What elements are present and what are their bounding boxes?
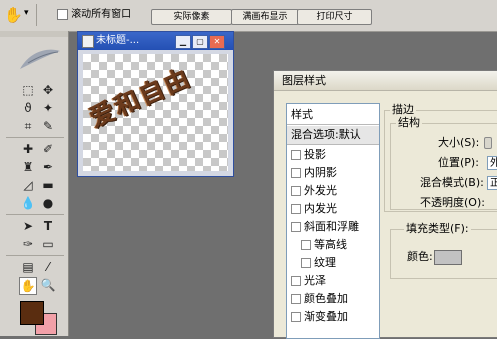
canvas-text-layer: 爱和自由 bbox=[84, 62, 196, 133]
document-window: 未标题-... ▁ ▢ ✕ 爱和自由 bbox=[77, 31, 234, 177]
position-label: 位置(P): bbox=[438, 156, 479, 169]
inner-glow-checkbox[interactable] bbox=[291, 204, 301, 214]
color-label: 颜色: bbox=[407, 250, 433, 263]
document-title-bar[interactable]: 未标题-... ▁ ▢ ✕ bbox=[78, 32, 233, 50]
structure-title: 结构 bbox=[396, 116, 422, 130]
print-size-button[interactable]: 打印尺寸 bbox=[297, 9, 372, 25]
shape-tool-icon[interactable]: ▭ bbox=[40, 236, 56, 252]
satin-checkbox[interactable] bbox=[291, 276, 301, 286]
blend-mode-select[interactable]: 正 bbox=[487, 176, 497, 190]
actual-pixels-button[interactable]: 实际像素 bbox=[151, 9, 232, 25]
style-item-gradient-overlay[interactable]: 渐变叠加 bbox=[287, 308, 379, 326]
slice-tool-icon[interactable]: ✎ bbox=[40, 118, 56, 134]
style-item-bevel-emboss[interactable]: 斜面和浮雕 bbox=[287, 218, 379, 236]
opacity-label: 不透明度(O): bbox=[420, 196, 485, 209]
layer-style-dialog: 图层样式 样式 混合选项:默认 投影 内阴影 外发光 内发光 斜面和浮雕 等高线… bbox=[273, 70, 497, 339]
style-item-texture[interactable]: 纹理 bbox=[287, 254, 379, 272]
toolbox-divider bbox=[6, 214, 64, 215]
brush-tool-icon[interactable]: ✐ bbox=[40, 141, 56, 157]
gradient-tool-icon[interactable]: ▬ bbox=[40, 177, 56, 193]
stroke-color-swatch[interactable] bbox=[434, 250, 462, 265]
style-item-inner-shadow[interactable]: 内阴影 bbox=[287, 164, 379, 182]
options-divider bbox=[36, 4, 37, 26]
path-selection-tool-icon[interactable]: ➤ bbox=[20, 218, 36, 234]
crop-tool-icon[interactable]: ⌗ bbox=[20, 118, 36, 134]
tool-preset-dropdown-icon[interactable]: ▾ bbox=[24, 8, 29, 18]
style-item-drop-shadow[interactable]: 投影 bbox=[287, 146, 379, 164]
fit-screen-button[interactable]: 满画布显示 bbox=[231, 9, 299, 25]
outer-glow-checkbox[interactable] bbox=[291, 186, 301, 196]
toolbox: ⬚ ✥ ϑ ✦ ⌗ ✎ ✚ ✐ ♜ ✒ ◿ ▬ 💧 ● ➤ T ✑ ▭ ▤ ⁄ … bbox=[0, 31, 69, 336]
marquee-tool-icon[interactable]: ⬚ bbox=[20, 82, 36, 98]
drop-shadow-checkbox[interactable] bbox=[291, 150, 301, 160]
type-tool-icon[interactable]: T bbox=[40, 218, 56, 234]
pen-tool-icon[interactable]: ✑ bbox=[20, 236, 36, 252]
inner-shadow-checkbox[interactable] bbox=[291, 168, 301, 178]
scroll-all-windows-label: 滚动所有窗口 bbox=[71, 9, 132, 20]
options-bar: ✋ ▾ 滚动所有窗口 实际像素 满画布显示 打印尺寸 bbox=[0, 0, 497, 32]
bevel-emboss-checkbox[interactable] bbox=[291, 222, 301, 232]
healing-brush-tool-icon[interactable]: ✚ bbox=[20, 141, 36, 157]
style-list: 样式 混合选项:默认 投影 内阴影 外发光 内发光 斜面和浮雕 等高线 纹理 光… bbox=[286, 103, 380, 339]
eyedropper-tool-icon[interactable]: ⁄ bbox=[40, 259, 56, 275]
maximize-icon[interactable]: ▢ bbox=[192, 35, 208, 49]
scroll-all-windows-option[interactable]: 滚动所有窗口 bbox=[57, 8, 131, 22]
foreground-color-swatch[interactable] bbox=[20, 301, 44, 325]
hand-tool-icon[interactable]: ✋ bbox=[19, 277, 37, 295]
blur-tool-icon[interactable]: 💧 bbox=[20, 195, 36, 211]
dialog-title[interactable]: 图层样式 bbox=[274, 71, 497, 91]
clone-stamp-tool-icon[interactable]: ♜ bbox=[20, 159, 36, 175]
eraser-tool-icon[interactable]: ◿ bbox=[20, 177, 36, 193]
toolbox-divider bbox=[6, 255, 64, 256]
style-item-color-overlay[interactable]: 颜色叠加 bbox=[287, 290, 379, 308]
toolbox-header bbox=[0, 31, 68, 37]
notes-tool-icon[interactable]: ▤ bbox=[20, 259, 36, 275]
texture-checkbox[interactable] bbox=[301, 258, 311, 268]
document-title: 未标题-... bbox=[96, 35, 140, 46]
fill-type-label: 填充类型(F): bbox=[404, 222, 471, 236]
scroll-all-windows-checkbox[interactable] bbox=[57, 8, 68, 20]
hand-tool-icon[interactable]: ✋ bbox=[4, 6, 23, 24]
lasso-tool-icon[interactable]: ϑ bbox=[20, 100, 36, 116]
minimize-icon[interactable]: ▁ bbox=[175, 35, 191, 49]
size-slider[interactable] bbox=[484, 137, 497, 149]
transparent-canvas[interactable]: 爱和自由 bbox=[83, 54, 228, 171]
gradient-overlay-checkbox[interactable] bbox=[291, 312, 301, 322]
feather-logo-icon bbox=[18, 45, 62, 73]
document-icon bbox=[82, 35, 94, 48]
magic-wand-tool-icon[interactable]: ✦ bbox=[40, 100, 56, 116]
style-item-outer-glow[interactable]: 外发光 bbox=[287, 182, 379, 200]
styles-header[interactable]: 样式 bbox=[287, 106, 379, 125]
blend-options-item[interactable]: 混合选项:默认 bbox=[287, 126, 379, 145]
stroke-section-title: 描边 bbox=[390, 103, 416, 117]
size-label: 大小(S): bbox=[438, 136, 480, 149]
style-item-satin[interactable]: 光泽 bbox=[287, 272, 379, 290]
position-select[interactable]: 外 bbox=[487, 156, 497, 170]
color-overlay-checkbox[interactable] bbox=[291, 294, 301, 304]
move-tool-icon[interactable]: ✥ bbox=[40, 82, 56, 98]
contour-checkbox[interactable] bbox=[301, 240, 311, 250]
history-brush-tool-icon[interactable]: ✒ bbox=[40, 159, 56, 175]
style-item-inner-glow[interactable]: 内发光 bbox=[287, 200, 379, 218]
toolbox-divider bbox=[6, 137, 64, 138]
style-item-contour[interactable]: 等高线 bbox=[287, 236, 379, 254]
close-icon[interactable]: ✕ bbox=[209, 35, 225, 49]
slider-thumb-icon[interactable] bbox=[484, 137, 492, 149]
blend-mode-label: 混合模式(B): bbox=[420, 176, 484, 189]
dodge-tool-icon[interactable]: ● bbox=[40, 195, 56, 211]
zoom-tool-icon[interactable]: 🔍 bbox=[40, 277, 56, 293]
